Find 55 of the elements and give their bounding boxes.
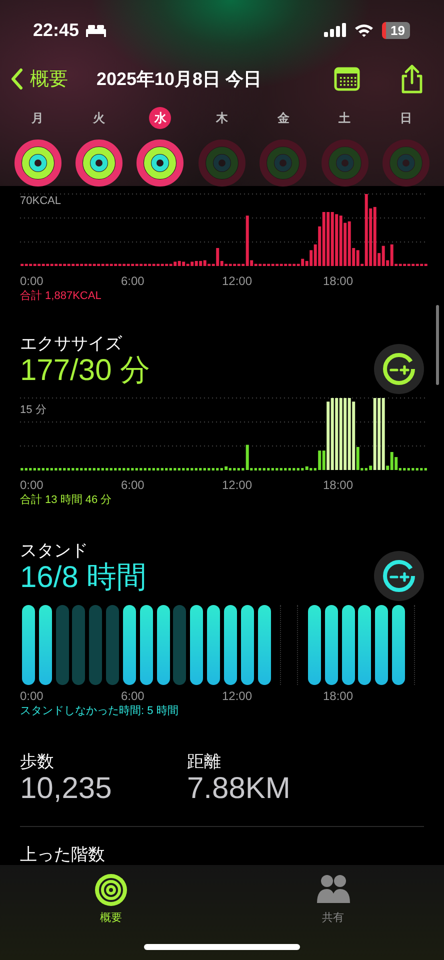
axis-label: 18:00 [323,478,354,492]
calendar-icon [334,67,360,91]
share-icon [400,64,424,94]
day-tab[interactable]: 日 [395,107,418,129]
stat-value: 10,235 [20,772,113,806]
adjust-goal-button[interactable] [374,344,424,394]
section-title: スタンド [20,541,89,561]
day-tab[interactable]: 木 [210,107,233,129]
axis-label: 6:00 [121,478,146,492]
rings-icon [94,873,128,907]
stat-value: 7.88KM [187,772,292,806]
share-button[interactable] [400,64,424,94]
axis-label: 0:00 [20,689,44,703]
signal-icon [324,23,346,37]
axis-label: 18:00 [323,689,354,703]
axis-label: 15 分 [20,403,46,417]
wifi-icon [354,23,374,37]
tab-item[interactable]: 共有 [222,865,444,925]
goal-value: 177/30 分 [20,354,150,388]
day-tab[interactable]: 火 [88,107,110,129]
axis-label: 70KCAL [20,195,61,207]
date-title: 2025年10月8日 今日 [95,68,263,91]
stat-label: 上った階数 [20,845,106,865]
tab-item[interactable]: 概要 [0,865,222,925]
minus-plus-ring-icon [382,352,416,386]
total-summary: 合計 13 時間 46 分 [20,493,113,507]
total-summary: スタンドしなかった時間: 5 時間 [20,704,180,718]
battery-indicator: 19 [382,22,410,38]
clock-time: 22:45 [33,20,80,40]
total-summary: 合計 1,887KCAL [20,289,102,303]
chevron-left-icon [10,68,24,90]
axis-label: 12:00 [222,274,254,288]
stat-label: 歩数 [20,752,55,772]
bed-icon [85,23,108,37]
day-tab[interactable]: 月 [26,107,49,129]
axis-label: 0:00 [20,478,44,492]
section-title: エクササイズ [20,334,123,354]
axis-label: 12:00 [222,478,254,492]
activity-rings-icon[interactable] [136,139,184,187]
axis-label: 0:00 [20,274,44,288]
activity-rings-icon[interactable] [75,139,124,187]
goal-value: 16/8 時間 [20,561,147,595]
axis-label: 6:00 [121,689,146,703]
day-tab[interactable]: 水 [149,107,172,129]
day-tab[interactable]: 土 [334,107,356,129]
minus-plus-ring-icon [382,559,416,593]
stat-label: 距離 [187,752,222,772]
axis-label: 6:00 [121,274,146,288]
activity-rings-icon[interactable] [14,139,62,187]
adjust-goal-button[interactable] [374,551,424,601]
calendar-button[interactable] [334,67,360,91]
axis-label: 12:00 [222,689,254,703]
back-button[interactable]: 概要 [10,66,68,92]
axis-label: 18:00 [323,274,354,288]
day-tab[interactable]: 金 [272,107,294,129]
